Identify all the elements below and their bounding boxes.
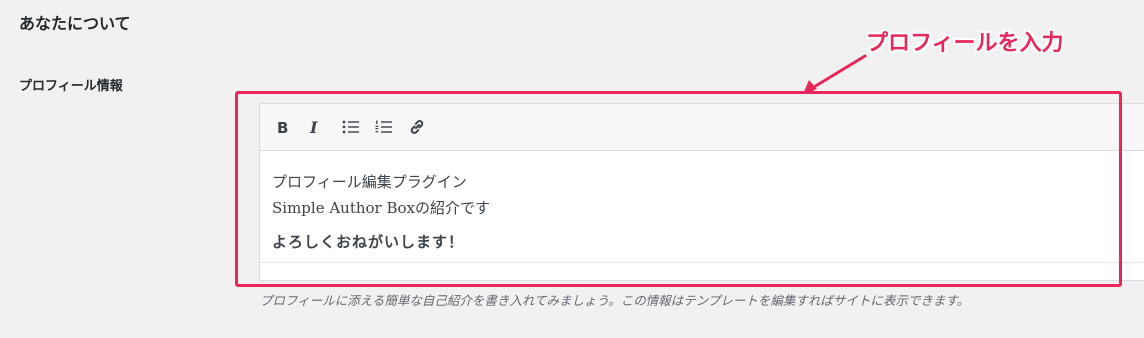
field-description: プロフィールに添える簡単な自己紹介を書き入れてみましょう。この情報はテンプレート… [260,293,970,308]
editor-content[interactable]: プロフィール編集プラグイン Simple Author Boxの紹介です よろし… [260,151,1144,255]
annotation-label: プロフィールを入力 [866,31,1064,56]
editor-toolbar: B I [260,104,1144,151]
annotation-arrow-icon [803,54,867,94]
bulleted-list-icon [342,120,359,134]
italic-icon: I [309,119,318,135]
svg-text:I: I [309,119,318,135]
content-line: プロフィール編集プラグイン [272,173,467,191]
italic-button[interactable]: I [309,112,342,142]
editor-bottom-divider [260,262,1144,263]
profile-editor[interactable]: B I プロフィール編集プラグイン Simple Author Boxの紹介です… [259,103,1144,281]
numbered-list-button[interactable] [375,112,408,142]
link-button[interactable] [408,112,441,142]
bold-button[interactable]: B [276,112,309,142]
numbered-list-icon [375,120,392,133]
profile-info-label: プロフィール情報 [19,79,123,94]
bulleted-list-button[interactable] [342,112,375,142]
content-line: よろしくおねがいします！ [272,233,465,251]
section-title: あなたについて [19,14,131,33]
svg-text:B: B [277,119,288,135]
content-line: Simple Author Boxの紹介です [272,199,491,217]
bold-icon: B [277,119,288,135]
link-icon [410,120,424,134]
